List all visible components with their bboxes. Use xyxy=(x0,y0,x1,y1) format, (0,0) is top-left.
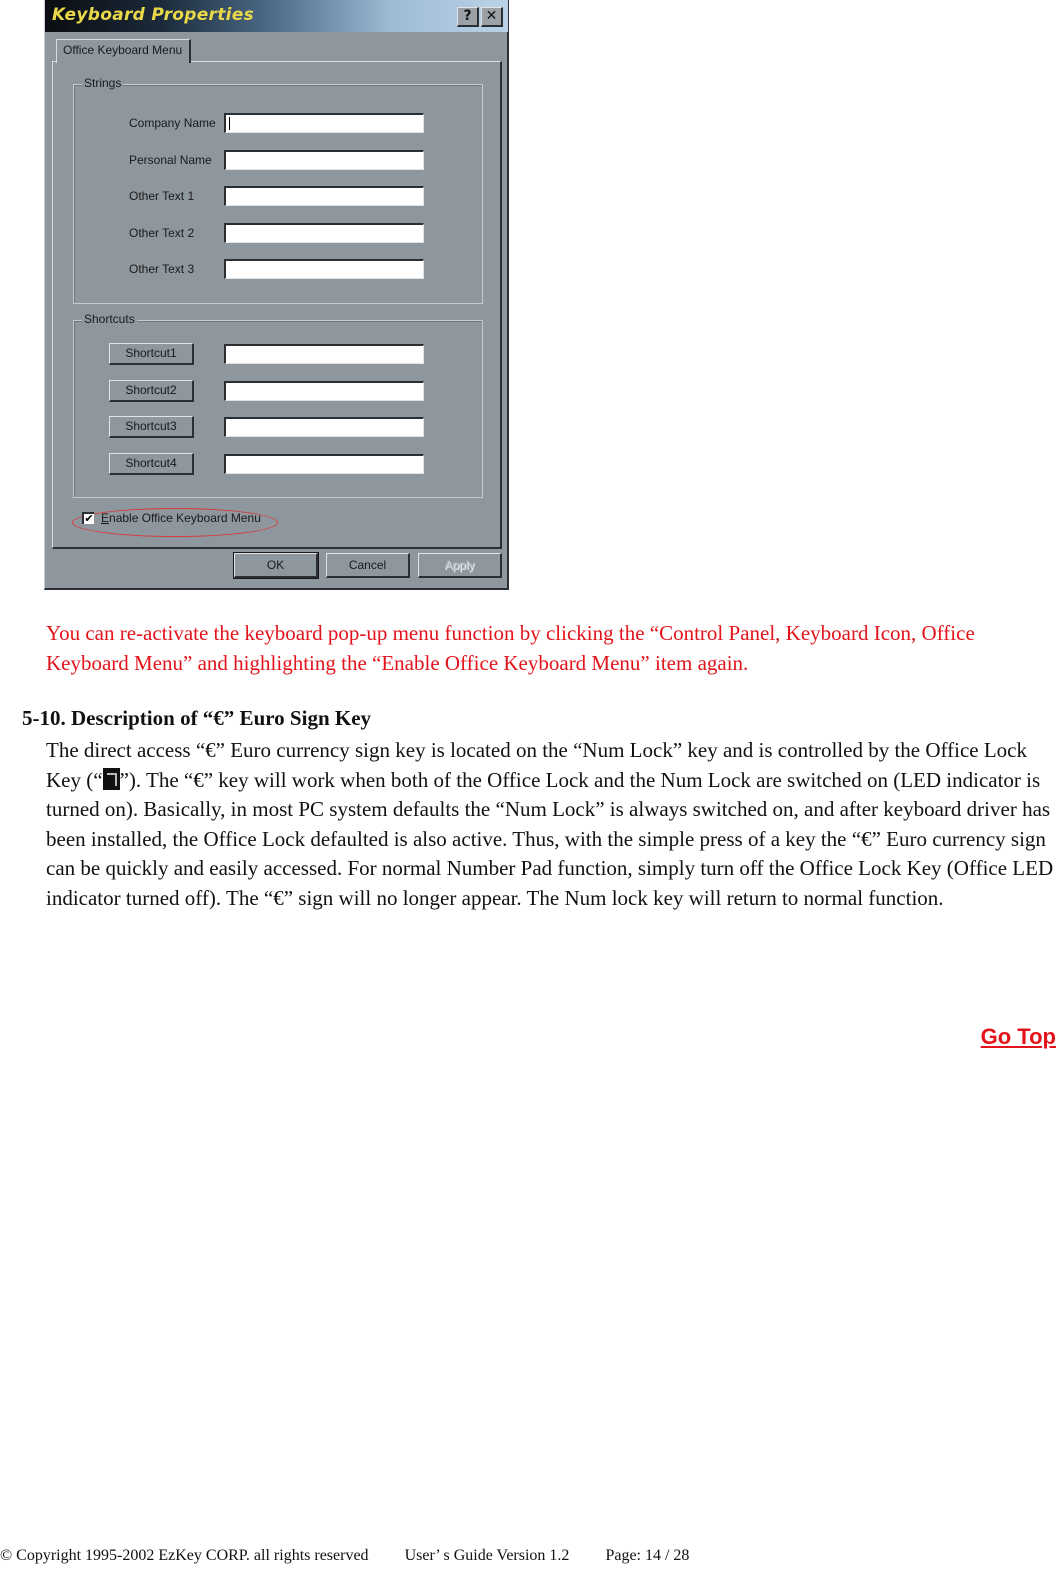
euro-key-description: The direct access “€” Euro currency sign… xyxy=(46,736,1056,913)
mnemonic-letter: E xyxy=(101,511,110,525)
close-icon: ✕ xyxy=(485,8,498,24)
office-lock-key-icon xyxy=(102,767,120,790)
other-text-2-label: Other Text 2 xyxy=(129,226,195,240)
label-text: nable Office Keyboard Menu xyxy=(109,511,261,525)
shortcuts-group-legend: Shortcuts xyxy=(82,312,137,326)
personal-name-label: Personal Name xyxy=(129,153,212,167)
checkmark-icon: ✔ xyxy=(84,512,94,525)
keyboard-properties-dialog: Keyboard Properties ? ✕ Office Keyboard … xyxy=(44,0,509,590)
page-number: Page: 14 / 28 xyxy=(605,1547,690,1564)
section-heading: 5-10. Description of “€” Euro Sign Key xyxy=(22,706,372,730)
title-bar: Keyboard Properties ? ✕ xyxy=(45,0,508,32)
other-text-3-label: Other Text 3 xyxy=(129,262,195,276)
cancel-button[interactable]: Cancel xyxy=(326,553,410,578)
company-name-input[interactable] xyxy=(224,113,424,133)
shortcut3-input[interactable] xyxy=(224,417,424,437)
apply-button[interactable]: Apply xyxy=(418,553,502,578)
help-button[interactable]: ? xyxy=(457,7,479,27)
enable-office-keyboard-menu-checkbox[interactable]: ✔ xyxy=(82,512,94,524)
reactivate-note: You can re-activate the keyboard pop-up … xyxy=(46,621,975,675)
other-text-3-input[interactable] xyxy=(224,259,424,279)
strings-group: Strings Company Name Personal Name Other… xyxy=(73,76,483,304)
shortcut2-button[interactable]: Shortcut2 xyxy=(109,380,194,402)
shortcuts-group: Shortcuts Shortcut1 Shortcut2 Shortcut3 … xyxy=(73,312,483,498)
shortcut4-input[interactable] xyxy=(224,454,424,474)
tab-panel: Strings Company Name Personal Name Other… xyxy=(52,61,502,549)
other-text-1-label: Other Text 1 xyxy=(129,189,195,203)
body-text-part-2: ”). The “€” key will work when both of t… xyxy=(46,767,1054,910)
company-name-label: Company Name xyxy=(129,116,216,130)
close-button[interactable]: ✕ xyxy=(481,7,503,27)
shortcut1-button[interactable]: Shortcut1 xyxy=(109,343,194,365)
dialog-title: Keyboard Properties xyxy=(52,5,255,25)
copyright-text: © Copyright 1995-2002 EzKey CORP. all ri… xyxy=(0,1547,369,1564)
personal-name-input[interactable] xyxy=(224,150,424,170)
shortcut2-input[interactable] xyxy=(224,381,424,401)
ok-button[interactable]: OK xyxy=(233,552,319,579)
other-text-1-input[interactable] xyxy=(224,186,424,206)
text-caret xyxy=(229,117,230,130)
guide-version: User’ s Guide Version 1.2 xyxy=(404,1547,570,1564)
shortcut1-input[interactable] xyxy=(224,344,424,364)
shortcut3-button[interactable]: Shortcut3 xyxy=(109,416,194,438)
other-text-2-input[interactable] xyxy=(224,223,424,243)
shortcut4-button[interactable]: Shortcut4 xyxy=(109,453,194,475)
strings-group-legend: Strings xyxy=(82,76,124,90)
tab-office-keyboard-menu[interactable]: Office Keyboard Menu xyxy=(56,39,191,63)
enable-office-keyboard-menu-label[interactable]: Enable Office Keyboard Menu xyxy=(101,511,261,525)
go-top-link[interactable]: Go Top xyxy=(981,1024,1056,1050)
page-footer: © Copyright 1995-2002 EzKey CORP. all ri… xyxy=(0,1547,721,1565)
